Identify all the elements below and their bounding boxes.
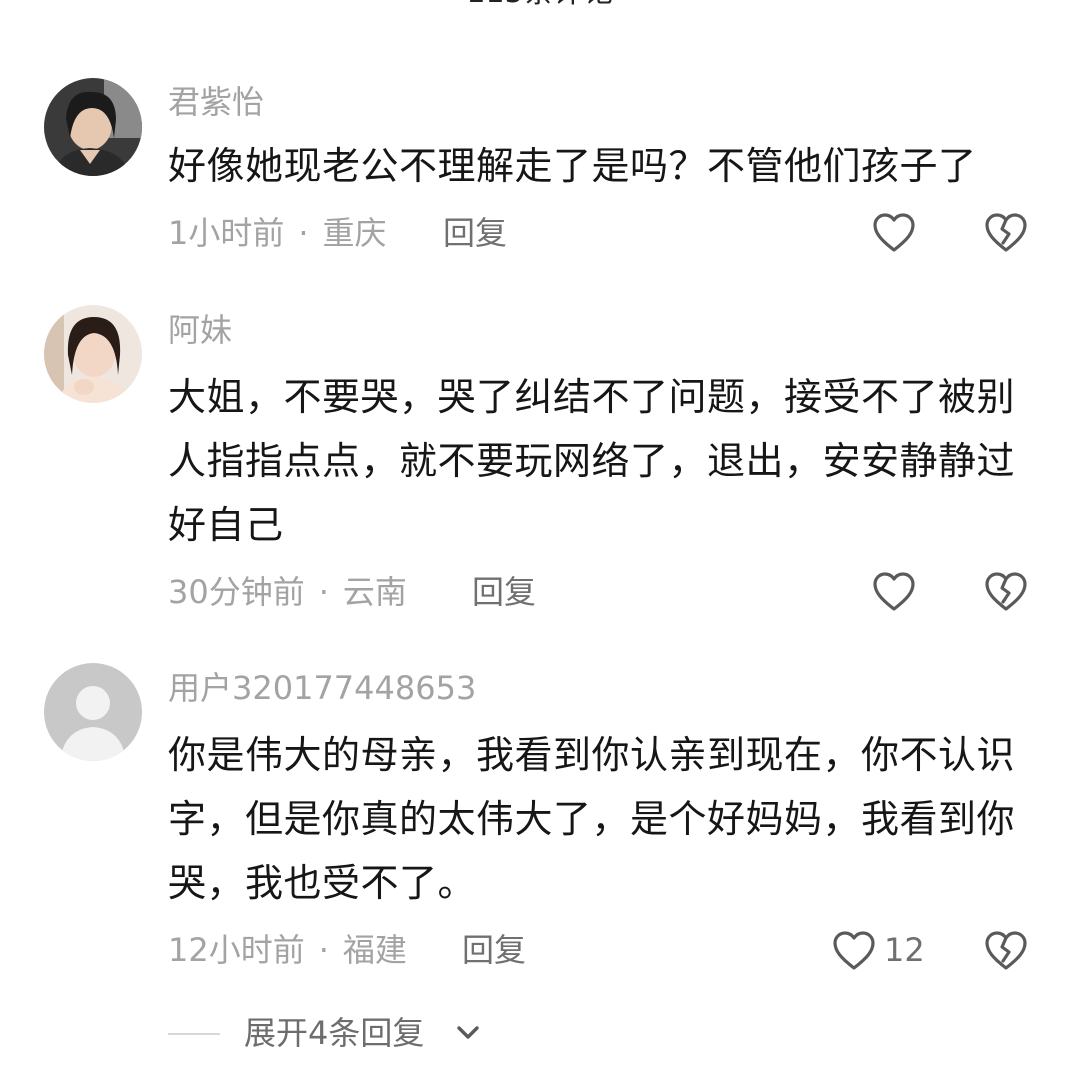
- meta-separator: ·: [318, 931, 329, 969]
- woman-portrait-light-avatar-icon: [44, 305, 142, 403]
- username[interactable]: 用户320177448653: [168, 668, 476, 708]
- reply-button[interactable]: 回复: [472, 572, 536, 612]
- broken-heart-icon[interactable]: [983, 212, 1029, 254]
- like-count: 12: [884, 931, 925, 969]
- comment-time: 30分钟前: [168, 573, 305, 611]
- heart-outline-icon[interactable]: [831, 930, 877, 972]
- heart-outline-icon[interactable]: [871, 571, 917, 613]
- broken-heart-icon[interactable]: [983, 930, 1029, 972]
- expand-replies-button[interactable]: 展开4条回复: [244, 1012, 424, 1054]
- comment-location: 福建: [342, 931, 407, 969]
- comments-count-title: 115条评论: [0, 0, 1080, 8]
- meta-separator: ·: [298, 214, 309, 252]
- comment-meta: 1小时前 · 重庆: [168, 213, 387, 253]
- heart-outline-icon[interactable]: [871, 212, 917, 254]
- reply-button[interactable]: 回复: [462, 930, 526, 970]
- comment-text: 大姐，不要哭，哭了纠结不了问题，接受不了被别人指指点点，就不要玩网络了，退出，安…: [168, 375, 1016, 547]
- divider-line: [168, 1033, 220, 1035]
- comment-location: 云南: [342, 573, 407, 611]
- broken-heart-icon[interactable]: [983, 571, 1029, 613]
- username[interactable]: 君紫怡: [168, 82, 264, 122]
- comment-text: 你是伟大的母亲，我看到你认亲到现在，你不认识字，但是你真的太伟大了，是个好妈妈，…: [168, 733, 1016, 905]
- meta-separator: ·: [318, 573, 329, 611]
- username[interactable]: 阿妹: [168, 310, 232, 350]
- comment-text: 好像她现老公不理解走了是吗？不管他们孩子了: [168, 144, 977, 188]
- avatar[interactable]: [44, 78, 142, 176]
- comment-location: 重庆: [322, 214, 387, 252]
- woman-portrait-dark-avatar-icon: [44, 78, 142, 176]
- avatar[interactable]: [44, 305, 142, 403]
- comment-time: 1小时前: [168, 214, 285, 252]
- comment-meta: 30分钟前 · 云南: [168, 572, 407, 612]
- comment-time: 12小时前: [168, 931, 305, 969]
- default-user-avatar-icon: [44, 663, 142, 761]
- avatar[interactable]: [44, 663, 142, 761]
- comment-meta: 12小时前 · 福建: [168, 930, 407, 970]
- chevron-down-icon[interactable]: [454, 1020, 482, 1046]
- reply-button[interactable]: 回复: [443, 213, 507, 253]
